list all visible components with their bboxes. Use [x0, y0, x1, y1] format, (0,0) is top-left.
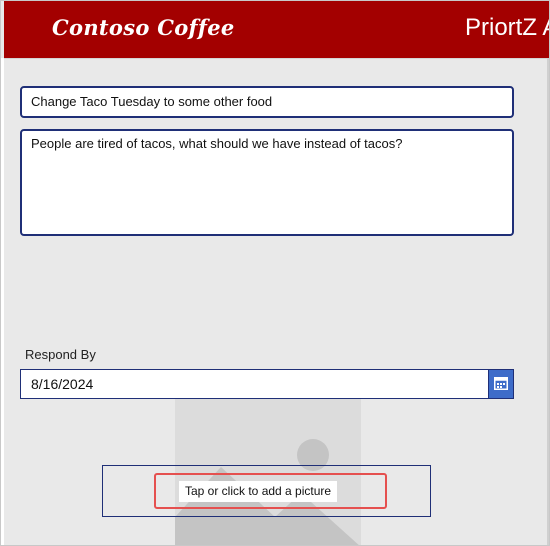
app-screen: Contoso Coffee PriortZ A Change Taco Tue… — [0, 0, 550, 546]
contoso-coffee-logo: Contoso Coffee — [52, 15, 235, 40]
app-title: PriortZ A — [465, 14, 550, 41]
calendar-icon — [494, 377, 508, 390]
respond-by-date-picker[interactable]: 8/16/2024 — [20, 369, 489, 399]
app-header: Contoso Coffee PriortZ A — [4, 1, 549, 58]
scrollbar-track[interactable] — [547, 58, 549, 545]
respond-by-label: Respond By — [25, 347, 96, 362]
calendar-button[interactable] — [488, 369, 514, 399]
add-picture-label[interactable]: Tap or click to add a picture — [179, 481, 338, 502]
title-input[interactable]: Change Taco Tuesday to some other food — [20, 86, 514, 118]
description-input[interactable]: People are tired of tacos, what should w… — [20, 129, 514, 236]
